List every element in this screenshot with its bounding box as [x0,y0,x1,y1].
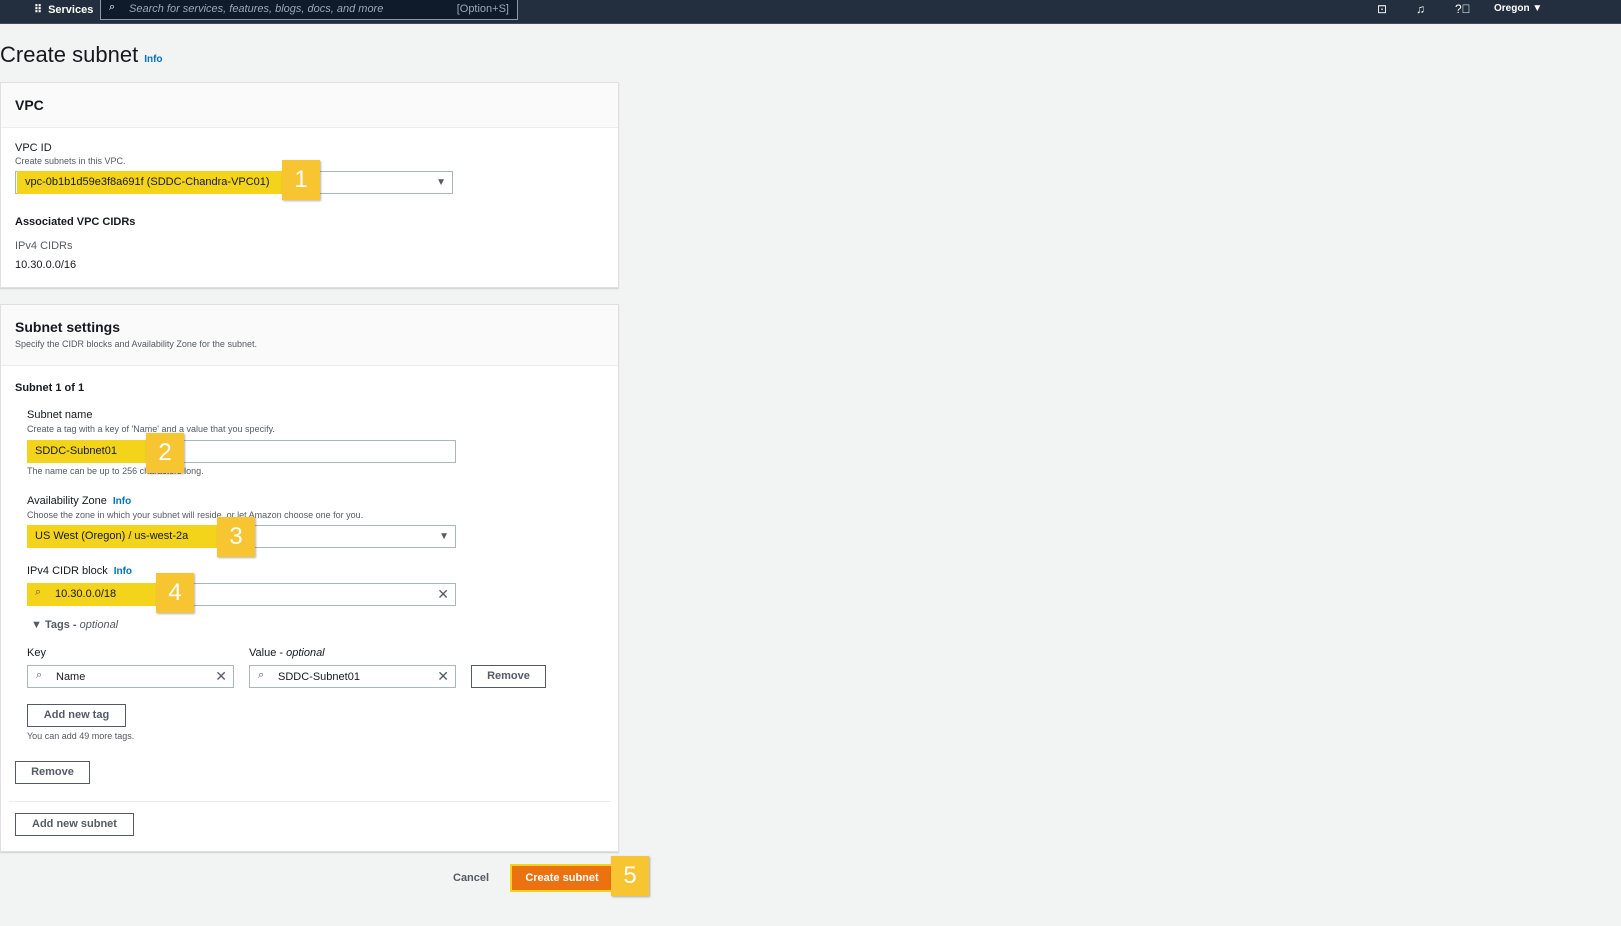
grid-icon: ⠿ [34,4,43,16]
value-label: Value - [249,647,287,659]
tag-value-value: SDDC-Subnet01 [278,671,360,683]
add-new-subnet-button[interactable]: Add new subnet [15,813,134,836]
tags-toggle[interactable]: ▼ Tags - optional [31,619,118,631]
vpc-id-value: vpc-0b1b1d59e3f8a691f (SDDC-Chandra-VPC0… [17,171,285,194]
subnet-name-value: SDDC-Subnet01 [27,440,149,463]
step-badge: 1 [282,160,320,200]
help-icon[interactable]: ?⃝ [1455,2,1471,16]
step-badge: 5 [611,856,649,896]
search-input[interactable]: ⌕ Search for services, features, blogs, d… [100,0,518,20]
az-info-link[interactable]: Info [113,496,131,507]
step-badge: 4 [156,573,194,613]
assoc-cidrs-title: Associated VPC CIDRs [15,216,136,228]
search-icon: ⌕ [35,586,42,598]
tags-optional: optional [79,619,119,631]
clear-icon[interactable]: ✕ [437,586,449,603]
page-title: Create subnet Info [0,42,163,67]
cidr-info-link[interactable]: Info [114,566,132,577]
info-link[interactable]: Info [144,54,162,65]
subnet-settings-panel: Subnet settings Specify the CIDR blocks a… [0,304,619,852]
ipv4-cidrs-value: 10.30.0.0/16 [15,259,77,271]
search-icon: ⌕ [109,1,116,13]
cancel-button[interactable]: Cancel [453,872,489,884]
region-selector[interactable]: Oregon ▼ [1494,3,1542,14]
caret-down-icon: ▼ [436,177,446,188]
services-menu[interactable]: ⠿ Services [34,3,93,17]
tag-value-input[interactable]: ⌕ SDDC-Subnet01 ✕ [249,665,456,688]
shortcut-hint: [Option+S] [456,3,509,15]
caret-down-icon: ▼ [439,531,449,542]
add-new-tag-button[interactable]: Add new tag [27,704,126,727]
az-value: US West (Oregon) / us-west-2a [27,525,219,548]
step-badge: 3 [217,517,255,557]
clear-icon[interactable]: ✕ [437,668,449,685]
vpc-header: VPC [15,97,44,113]
remove-subnet-button[interactable]: Remove [15,761,90,784]
tag-key-value: Name [56,671,86,683]
tags-label: Tags - [44,619,80,631]
subnet-name-label: Subnet name [27,409,93,421]
az-desc: Choose the zone in which your subnet wil… [27,510,364,520]
cloudshell-icon[interactable]: ⊡ [1377,2,1387,16]
divider [9,801,611,802]
cidr-label: IPv4 CIDR block [27,565,108,577]
az-label: Availability Zone [27,495,107,507]
subnet-settings-desc: Specify the CIDR blocks and Availability… [15,339,257,349]
bell-icon[interactable]: ♫ [1416,2,1425,16]
search-icon: ⌕ [258,669,265,681]
vpc-id-label: VPC ID [15,142,52,154]
create-subnet-button[interactable]: Create subnet [512,866,612,890]
ipv4-cidrs-label: IPv4 CIDRs [15,240,73,252]
search-icon: ⌕ [36,669,43,681]
subnet-settings-header: Subnet settings [15,319,121,335]
step-badge: 2 [146,433,184,473]
value-optional: optional [286,647,325,659]
key-label: Key [27,647,46,659]
clear-icon[interactable]: ✕ [215,668,227,685]
top-nav: ⠿ Services ⌕ Search for services, features… [0,0,1621,24]
tag-key-input[interactable]: ⌕ Name ✕ [27,665,234,688]
remove-tag-button[interactable]: Remove [471,665,546,688]
vpc-id-desc: Create subnets in this VPC. [15,156,126,166]
subnet-count: Subnet 1 of 1 [15,382,85,394]
cidr-value: 10.30.0.0/18 [55,588,117,600]
tag-hint: You can add 49 more tags. [27,731,135,741]
